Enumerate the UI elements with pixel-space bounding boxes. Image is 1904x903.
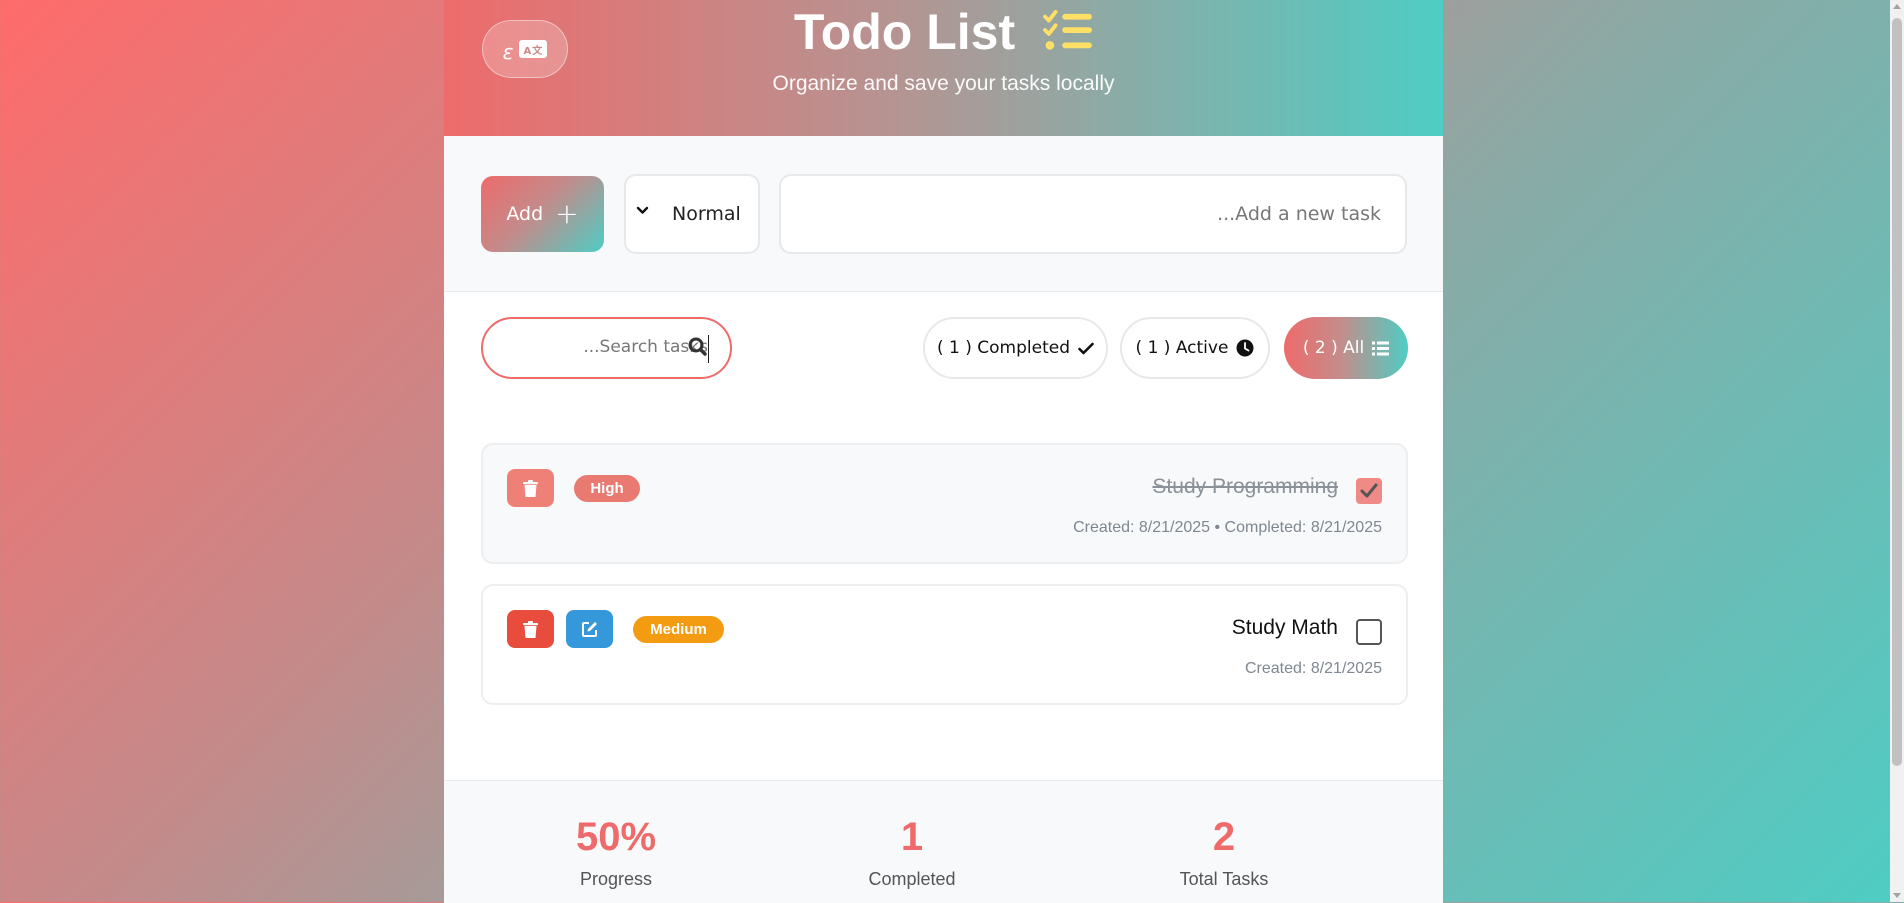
add-task-section: Add + Normal ...Add a new task: [444, 136, 1443, 292]
chevron-down-icon: [636, 206, 649, 214]
page-title: Todo List: [793, 4, 1016, 60]
priority-badge-medium: Medium: [633, 616, 724, 643]
filter-completed-button[interactable]: ( 1 ) Completed: [923, 317, 1108, 379]
page-scrollbar[interactable]: [1890, 0, 1904, 902]
task-item: Medium Study Math Created: 8/21/2025: [481, 584, 1408, 705]
checklist-icon: [1043, 10, 1093, 50]
trash-icon: [523, 620, 538, 638]
stat-completed-label: Completed: [868, 869, 956, 889]
filter-all-button[interactable]: ( 2 ) All: [1284, 317, 1408, 379]
scrollbar-thumb[interactable]: [1892, 18, 1902, 766]
stat-completed-value: 1: [900, 815, 924, 859]
add-button-label: Add: [506, 203, 544, 225]
header: ε A文 Todo List Organize and save your ta…: [444, 0, 1443, 136]
stat-total: 2 Total Tasks: [1144, 817, 1304, 890]
task-checkbox[interactable]: [1356, 619, 1382, 645]
delete-task-button[interactable]: [507, 610, 554, 648]
search-icon: [688, 337, 707, 356]
check-icon: [1360, 483, 1378, 498]
app-container: ε A文 Todo List Organize and save your ta…: [444, 0, 1443, 903]
stat-completed: 1 Completed: [837, 817, 987, 890]
stat-progress-value: 50%: [575, 815, 657, 859]
text-caret: [707, 335, 709, 363]
stat-progress-label: Progress: [579, 869, 653, 889]
task-meta: Created: 8/21/2025 • Completed: 8/21/202…: [1073, 519, 1382, 536]
filter-completed-label: ( 1 ) Completed: [936, 338, 1070, 358]
priority-value: Normal: [672, 203, 741, 225]
priority-badge-high: High: [574, 475, 640, 502]
task-title: Study Math: [1231, 616, 1338, 639]
task-list: High Study Programming Created: 8/21/202…: [444, 404, 1443, 780]
filter-active-button[interactable]: ( 1 ) Active: [1120, 317, 1270, 379]
search-input[interactable]: ...Search tasks: [481, 317, 732, 379]
stat-total-value: 2: [1212, 815, 1236, 859]
clock-icon: [1236, 339, 1254, 357]
add-task-button[interactable]: Add +: [481, 176, 604, 252]
filter-active-label: ( 1 ) Active: [1135, 338, 1229, 358]
list-icon: [1372, 341, 1390, 355]
task-meta: Created: 8/21/2025: [1245, 660, 1382, 677]
task-title: Study Programming: [1152, 475, 1338, 498]
check-icon: [1078, 342, 1094, 354]
edit-icon: [581, 622, 597, 637]
filter-all-label: ( 2 ) All: [1302, 338, 1365, 358]
page-title-row: Todo List: [444, 2, 1443, 62]
new-task-input[interactable]: ...Add a new task: [779, 174, 1407, 254]
stats-section: 50% Progress 1 Completed 2 Total Tasks: [444, 780, 1443, 903]
task-item: High Study Programming Created: 8/21/202…: [481, 443, 1408, 564]
task-checkbox[interactable]: [1356, 478, 1382, 504]
edit-task-button[interactable]: [566, 610, 613, 648]
plus-icon: +: [555, 197, 579, 230]
filter-section: ...Search tasks ( 1 ) Completed ( 1 ) Ac…: [444, 292, 1443, 405]
priority-select[interactable]: Normal: [624, 174, 760, 254]
trash-icon: [523, 479, 538, 497]
scroll-up-arrow-icon[interactable]: [1893, 4, 1901, 9]
stat-total-label: Total Tasks: [1179, 869, 1269, 889]
scroll-down-arrow-icon[interactable]: [1893, 893, 1901, 898]
page-subtitle: Organize and save your tasks locally: [772, 72, 1115, 95]
delete-task-button[interactable]: [507, 469, 554, 507]
stat-progress: 50% Progress: [541, 817, 691, 890]
